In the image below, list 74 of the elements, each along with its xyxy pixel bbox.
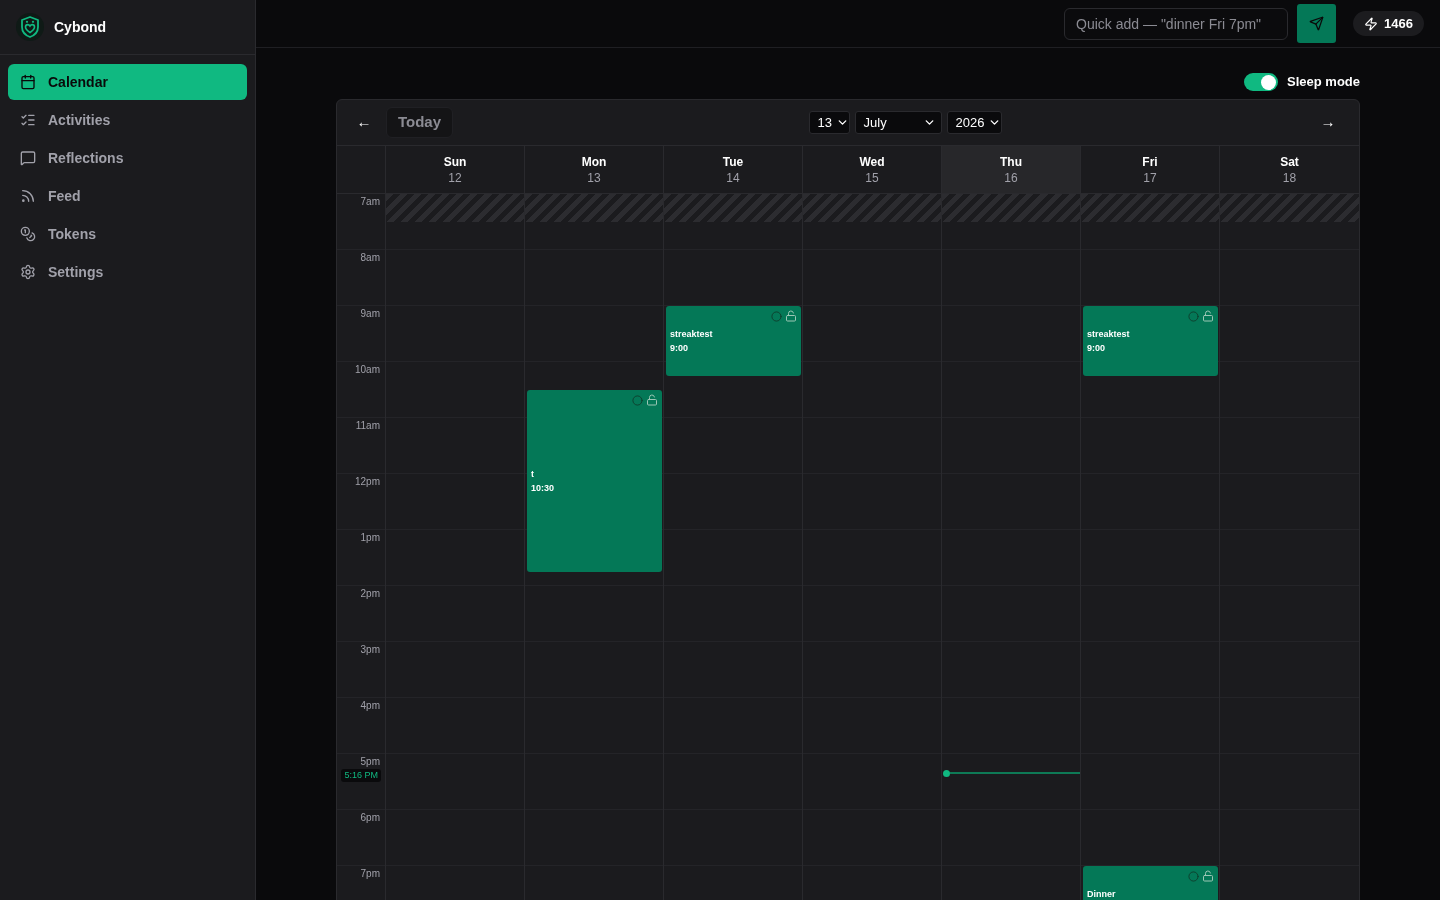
- hour-label: 12pm: [355, 476, 380, 488]
- hour-label: 1pm: [360, 532, 380, 544]
- hour-label: 7pm: [360, 868, 380, 880]
- quick-add-field[interactable]: Quick add — "dinner Fri 7pm": [1064, 7, 1289, 40]
- event-title: Dinner: [1087, 888, 1117, 900]
- hour-label: 6pm: [360, 812, 380, 824]
- send-button[interactable]: [1297, 4, 1337, 43]
- day-name: Wed: [859, 154, 885, 169]
- brand-name: Cybond: [54, 17, 107, 37]
- event-time: 9:00: [670, 342, 689, 355]
- hour-label: 11am: [355, 420, 380, 432]
- year-select[interactable]: 2026: [946, 111, 1002, 134]
- event-block[interactable]: streaktest 9:00: [1083, 306, 1218, 376]
- event-title: streaktest: [1087, 328, 1131, 341]
- day-date: 18: [1282, 170, 1297, 185]
- circle-icon[interactable]: [632, 394, 643, 406]
- event-block[interactable]: streaktest 9:00: [666, 306, 801, 376]
- checklist-icon: [20, 112, 36, 128]
- previous-week-button[interactable]: ←: [353, 108, 375, 137]
- day-name: Tue: [722, 154, 744, 169]
- event-block[interactable]: t 10:30: [527, 390, 662, 572]
- month-select[interactable]: July: [854, 111, 942, 134]
- day-name: Fri: [1142, 154, 1158, 169]
- nav-item[interactable]: Feed: [8, 178, 247, 214]
- next-week-button[interactable]: →: [1317, 108, 1339, 137]
- today-button[interactable]: Today: [386, 107, 454, 138]
- event-block[interactable]: Dinner: [1083, 866, 1218, 900]
- hour-label: 3pm: [360, 644, 380, 656]
- nav-item[interactable]: Tokens: [8, 216, 247, 252]
- open-padlock-icon[interactable]: [785, 310, 797, 322]
- day-select[interactable]: 13: [808, 111, 850, 134]
- nav-item[interactable]: Settings: [8, 254, 247, 290]
- sleep-mode-toggle[interactable]: [1244, 73, 1279, 91]
- open-padlock-icon[interactable]: [1202, 870, 1214, 882]
- day-name: Thu: [1000, 154, 1022, 169]
- circle-icon[interactable]: [1188, 310, 1199, 322]
- speech-bubble-icon: [20, 150, 36, 166]
- open-padlock-icon[interactable]: [1202, 310, 1214, 322]
- event-title: streaktest: [670, 328, 714, 341]
- day-date: 16: [1004, 170, 1018, 185]
- calendar-icon: [20, 74, 36, 90]
- sleep-mode-label: Sleep mode: [1287, 73, 1360, 92]
- day-date: 14: [726, 170, 740, 185]
- day-date: 15: [865, 170, 879, 185]
- day-date: 17: [1143, 170, 1157, 185]
- event-time: 9:00: [1087, 342, 1106, 355]
- hour-label: 4pm: [360, 700, 380, 712]
- shield-heart-logo-icon: [16, 13, 44, 41]
- hour-label: 2pm: [360, 588, 380, 600]
- lightning-icon: [1364, 16, 1379, 31]
- day-date: 12: [448, 170, 462, 185]
- nav-item[interactable]: Calendar: [8, 64, 247, 100]
- day-name: Mon: [581, 154, 607, 169]
- settings-icon: [20, 264, 36, 280]
- coins-icon: [20, 226, 36, 242]
- current-time-label: 5:16 PM: [341, 768, 381, 782]
- hour-label: 9am: [360, 308, 380, 320]
- send-icon: [1309, 16, 1325, 31]
- day-name: Sat: [1280, 154, 1299, 169]
- circle-icon[interactable]: [1188, 870, 1199, 882]
- hour-label: 10am: [355, 364, 380, 376]
- hour-label: 5pm: [360, 756, 380, 768]
- nav-item[interactable]: Activities: [8, 102, 247, 138]
- event-time: 10:30: [531, 482, 556, 495]
- day-name: Sun: [443, 154, 467, 169]
- event-title: t: [531, 468, 535, 481]
- feed-icon: [20, 188, 36, 204]
- hour-label: 8am: [360, 252, 380, 264]
- hour-label: 7am: [360, 196, 380, 208]
- token-count: 1466: [1384, 14, 1413, 33]
- day-date: 13: [587, 170, 601, 185]
- open-padlock-icon[interactable]: [646, 394, 658, 406]
- nav-item[interactable]: Reflections: [8, 140, 247, 176]
- circle-icon[interactable]: [771, 310, 782, 322]
